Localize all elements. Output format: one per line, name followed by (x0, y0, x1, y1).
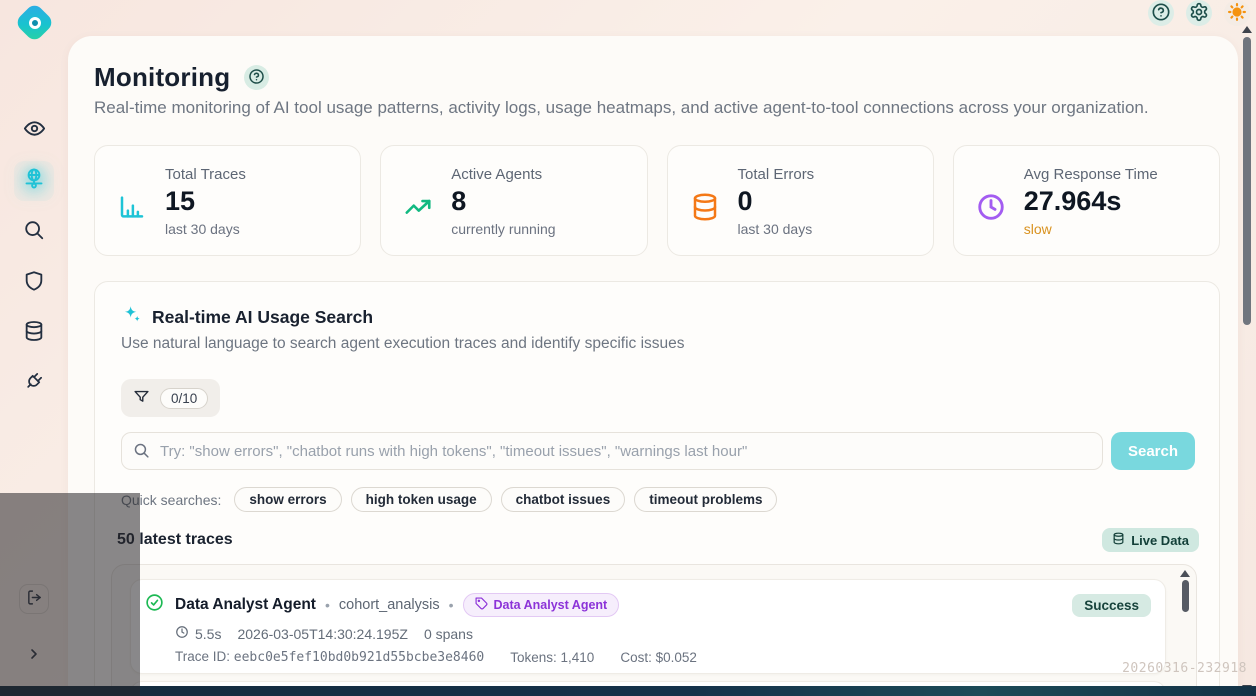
separator-dot: • (324, 597, 330, 613)
status-badge: Success (1072, 593, 1151, 617)
sidebar-item-data[interactable] (14, 313, 54, 353)
topbar-actions (1148, 0, 1250, 26)
sidebar-item-search[interactable] (14, 212, 54, 252)
search-section-subtitle: Use natural language to search agent exe… (121, 335, 685, 352)
search-button[interactable]: Search (1111, 432, 1195, 470)
stat-value: 15 (165, 186, 196, 216)
realtime-search-section: Real-time AI Usage Search Use natural la… (94, 281, 1220, 696)
stat-sub: last 30 days (737, 220, 813, 237)
settings-button[interactable] (1186, 0, 1212, 26)
stat-label: Total Errors (737, 166, 815, 183)
stat-card-total-errors: Total Errors 0 last 30 days (666, 145, 934, 256)
stat-label: Total Traces (165, 166, 246, 183)
clock-icon (976, 192, 1006, 255)
check-circle-icon (145, 593, 164, 617)
trace-id-label: Trace ID: (175, 649, 231, 664)
gear-icon (1189, 2, 1209, 25)
scrollbar-thumb[interactable] (1181, 580, 1189, 612)
quick-search-chatbot-issues[interactable]: chatbot issues (500, 487, 626, 512)
sun-icon (1227, 2, 1247, 25)
sidebar (0, 0, 68, 696)
trending-up-icon (403, 192, 433, 255)
quick-search-show-errors[interactable]: show errors (234, 487, 342, 512)
stat-card-total-traces: Total Traces 15 last 30 days (94, 145, 362, 256)
traces-scrollbar[interactable] (1180, 568, 1190, 696)
stat-label: Avg Response Time (1023, 166, 1158, 183)
stat-sub: currently running (451, 220, 556, 237)
stat-value: 8 (451, 186, 467, 216)
bottom-taskbar-strip (0, 686, 1256, 696)
search-icon (133, 442, 150, 464)
stat-card-active-agents: Active Agents 8 currently running (380, 145, 648, 256)
stat-label: Active Agents (451, 166, 543, 183)
trace-task-name: cohort_analysis (338, 597, 440, 613)
database-icon (1112, 532, 1125, 548)
stat-sub: last 30 days (165, 220, 240, 237)
sidebar-item-observe[interactable] (14, 111, 54, 151)
chevron-right-icon (26, 646, 42, 667)
funnel-icon (133, 388, 150, 408)
help-circle-icon (1151, 2, 1171, 25)
trace-cost-label: Cost: (620, 649, 652, 665)
trace-cost-value: $0.052 (655, 649, 697, 665)
stat-value: 27.964s (1023, 186, 1122, 216)
separator-dot: • (448, 597, 454, 613)
search-icon (23, 219, 45, 246)
page-subtitle: Real-time monitoring of AI tool usage pa… (94, 98, 1149, 117)
page-scrollbar[interactable] (1241, 26, 1253, 694)
traces-heading: 50 latest traces (117, 531, 233, 548)
quick-search-timeout-problems[interactable]: timeout problems (634, 487, 778, 512)
sparkles-icon (121, 304, 142, 330)
page-title: Monitoring (94, 62, 231, 92)
trace-agent-tag[interactable]: Data Analyst Agent (462, 593, 620, 617)
page-help-button[interactable] (244, 65, 270, 90)
scroll-up-arrow-icon[interactable] (1180, 570, 1190, 577)
trace-tag-label: Data Analyst Agent (493, 598, 608, 612)
scroll-up-arrow-icon[interactable] (1242, 26, 1252, 33)
help-button[interactable] (1148, 0, 1174, 26)
logout-icon (26, 589, 43, 609)
quick-searches-label: Quick searches: (121, 491, 222, 508)
stat-sub: slow (1023, 220, 1052, 237)
trace-id-value: eebc0e5fef10bd0b921d55bcbe3e8460 (233, 650, 485, 665)
help-circle-icon (248, 68, 265, 88)
trace-tokens-label: Tokens: (510, 649, 557, 665)
theme-toggle-button[interactable] (1224, 0, 1250, 26)
sidebar-item-monitoring[interactable] (14, 161, 54, 201)
database-icon (690, 192, 720, 255)
tag-icon (475, 597, 488, 613)
trace-duration: 5.5s (195, 625, 222, 642)
eye-icon (23, 117, 46, 145)
live-data-label: Live Data (1131, 532, 1189, 548)
trace-row[interactable]: Data Analyst Agent • cohort_analysis • D… (130, 579, 1166, 674)
plug-icon (23, 370, 45, 397)
stat-card-avg-response-time: Avg Response Time 27.964s slow (952, 145, 1220, 256)
stats-row: Total Traces 15 last 30 days Active Agen… (94, 145, 1220, 256)
bar-chart-icon (117, 192, 147, 255)
filter-count-badge: 0/10 (160, 387, 209, 409)
sidebar-item-connections[interactable] (14, 363, 54, 403)
sidebar-item-security[interactable] (14, 263, 54, 303)
search-section-title: Real-time AI Usage Search (152, 306, 374, 327)
stat-value: 0 (737, 186, 753, 216)
trace-spans: 0 spans (423, 625, 473, 642)
filter-button[interactable]: 0/10 (121, 379, 221, 417)
live-data-badge[interactable]: Live Data (1102, 528, 1199, 552)
quick-search-high-token-usage[interactable]: high token usage (350, 487, 492, 512)
sidebar-expand-button[interactable] (24, 646, 44, 666)
search-input[interactable] (121, 432, 1103, 470)
clock-icon (175, 625, 189, 642)
trace-tokens-value: 1,410 (560, 649, 595, 665)
watermark-timestamp: 20260316-232918 (1122, 661, 1247, 676)
traces-list: Data Analyst Agent • cohort_analysis • D… (111, 564, 1197, 696)
trace-timestamp: 2026-03-05T14:30:24.195Z (237, 625, 408, 642)
globe-network-icon (22, 167, 46, 196)
scrollbar-thumb[interactable] (1243, 37, 1251, 325)
main-panel: Monitoring Real-time monitoring of AI to… (68, 36, 1238, 696)
trace-agent-name: Data Analyst Agent (175, 596, 316, 613)
shield-icon (23, 270, 45, 297)
logout-button[interactable] (19, 584, 49, 614)
database-icon (23, 320, 45, 347)
